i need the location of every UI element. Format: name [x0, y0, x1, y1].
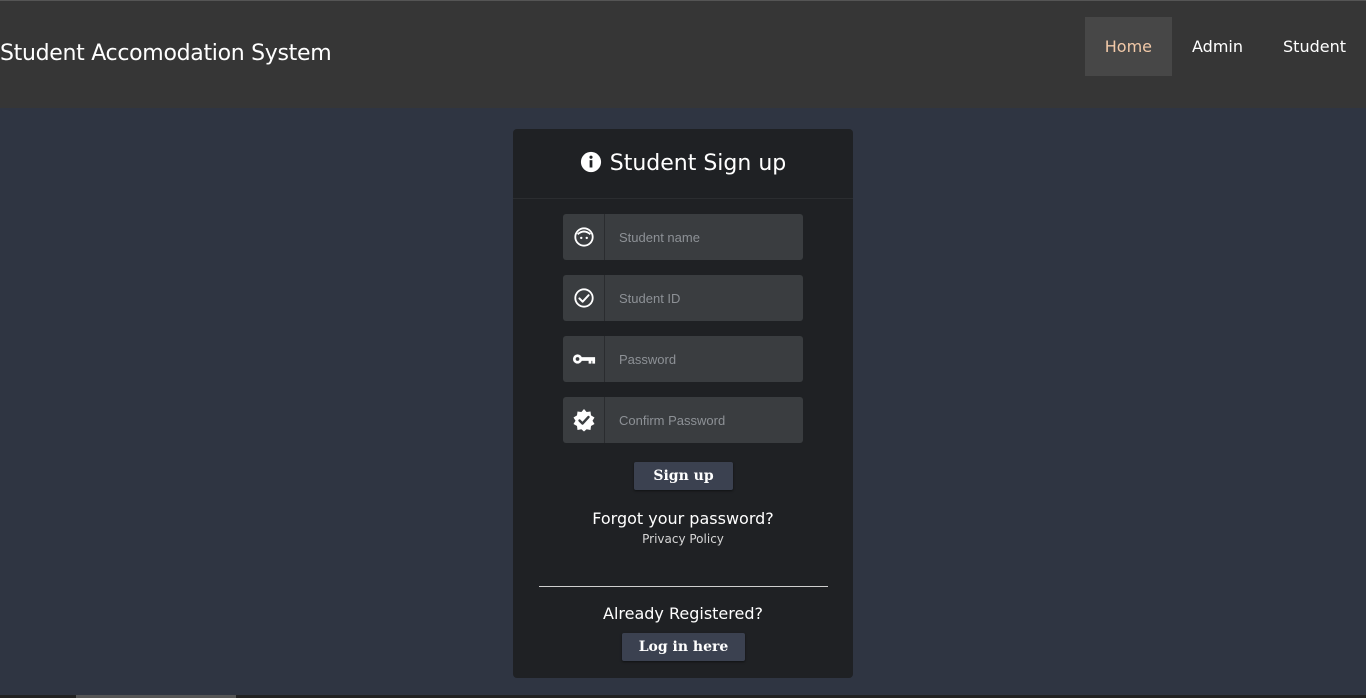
student-name-input[interactable]: [605, 214, 803, 260]
info-circle-icon: [580, 151, 601, 172]
already-registered-text: Already Registered?: [603, 604, 763, 623]
password-field: [563, 336, 803, 382]
check-icon-box: [563, 275, 605, 321]
face-icon: [573, 227, 594, 247]
navbar: Student Accomodation System Home Admin S…: [0, 0, 1366, 108]
signup-card: Student Sign up Student name Student ID …: [513, 129, 853, 678]
nav-link-admin[interactable]: Admin: [1172, 17, 1263, 76]
login-button[interactable]: Log in here: [622, 633, 745, 661]
verified-badge-icon: [573, 409, 594, 432]
nav-link-home[interactable]: Home: [1084, 17, 1173, 76]
divider: [539, 586, 828, 587]
face-icon-box: [563, 214, 605, 260]
nav-link-student[interactable]: Student: [1263, 17, 1366, 76]
student-name-field: [563, 214, 803, 260]
signup-button[interactable]: Sign up: [634, 462, 733, 490]
confirm-password-field: [563, 397, 803, 443]
password-input[interactable]: [605, 336, 803, 382]
forgot-password-link[interactable]: Forgot your password?: [513, 509, 853, 528]
key-icon: [572, 354, 595, 364]
signup-title: Student Sign up: [609, 151, 787, 176]
brand-title[interactable]: Student Accomodation System: [0, 41, 332, 66]
nav-links: Home Admin Student: [1084, 17, 1366, 76]
student-id-field: [563, 275, 803, 321]
key-icon-box: [563, 336, 605, 382]
privacy-policy-link[interactable]: Privacy Policy: [513, 532, 853, 546]
student-id-input[interactable]: [605, 275, 803, 321]
verified-icon-box: [563, 397, 605, 443]
card-header: Student Sign up: [513, 129, 853, 199]
check-circle-icon: [573, 288, 594, 308]
confirm-password-input[interactable]: [605, 397, 803, 443]
